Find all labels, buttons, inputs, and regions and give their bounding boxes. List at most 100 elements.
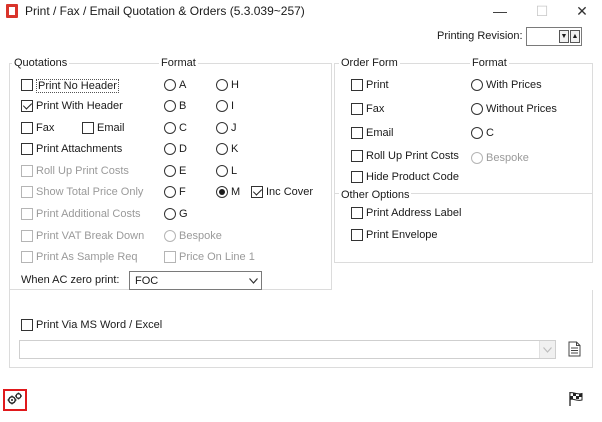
format-d-radio[interactable] — [164, 143, 176, 155]
order-format-c-label[interactable]: C — [486, 127, 494, 139]
document-icon[interactable] — [566, 340, 582, 358]
printing-revision-input[interactable]: ▼ ▲ — [526, 27, 582, 46]
hide-product-code-checkbox[interactable] — [351, 171, 363, 183]
chevron-down-icon — [539, 341, 555, 358]
maximize-icon: ☐ — [535, 2, 549, 19]
format-m-label[interactable]: M — [231, 186, 240, 198]
format-bespoke-label: Bespoke — [179, 230, 222, 242]
show-total-price-only-label: Show Total Price Only — [36, 186, 144, 198]
chevron-down-icon — [245, 272, 261, 289]
settings-button[interactable] — [3, 389, 27, 411]
format-b-radio[interactable] — [164, 100, 176, 112]
close-icon: ✕ — [576, 2, 588, 19]
print-via-ms-word-label[interactable]: Print Via MS Word / Excel — [36, 319, 162, 331]
price-on-line-1-checkbox — [164, 251, 176, 263]
format-g-radio[interactable] — [164, 208, 176, 220]
quotation-fax-checkbox[interactable] — [21, 122, 33, 134]
quotation-email-label[interactable]: Email — [97, 122, 125, 134]
minimize-icon: — — [493, 3, 507, 19]
finish-button[interactable] — [566, 390, 586, 410]
format-c-label[interactable]: C — [179, 122, 187, 134]
format-l-label[interactable]: L — [231, 165, 237, 177]
show-total-price-only-checkbox — [21, 186, 33, 198]
order-email-checkbox[interactable] — [351, 127, 363, 139]
format-f-label[interactable]: F — [179, 186, 186, 198]
with-prices-radio[interactable] — [471, 79, 483, 91]
format-h-radio[interactable] — [216, 79, 228, 91]
format-e-label[interactable]: E — [179, 165, 186, 177]
format-k-label[interactable]: K — [231, 143, 238, 155]
inc-cover-checkbox[interactable] — [251, 186, 263, 198]
format-j-radio[interactable] — [216, 122, 228, 134]
format-a-radio[interactable] — [164, 79, 176, 91]
format-e-radio[interactable] — [164, 165, 176, 177]
format-i-radio[interactable] — [216, 100, 228, 112]
hide-product-code-label[interactable]: Hide Product Code — [366, 171, 459, 183]
format-i-label[interactable]: I — [231, 100, 234, 112]
format-c-radio[interactable] — [164, 122, 176, 134]
revision-up-icon[interactable]: ▲ — [570, 30, 580, 43]
print-envelope-label[interactable]: Print Envelope — [366, 229, 438, 241]
order-form-legend: Order Form — [339, 57, 400, 69]
print-attachments-checkbox[interactable] — [21, 143, 33, 155]
title-bar: Print / Fax / Email Quotation & Orders (… — [0, 0, 602, 22]
order-print-checkbox[interactable] — [351, 79, 363, 91]
format-m-radio[interactable] — [216, 186, 228, 198]
print-envelope-checkbox[interactable] — [351, 229, 363, 241]
order-roll-up-print-costs-checkbox[interactable] — [351, 150, 363, 162]
order-email-label[interactable]: Email — [366, 127, 394, 139]
format-j-label[interactable]: J — [231, 122, 237, 134]
print-address-label-label[interactable]: Print Address Label — [366, 207, 461, 219]
format-h-label[interactable]: H — [231, 79, 239, 91]
order-format-bespoke-radio — [471, 152, 483, 164]
format-b-label[interactable]: B — [179, 100, 186, 112]
roll-up-print-costs-checkbox — [21, 165, 33, 177]
quotations-legend: Quotations — [12, 57, 70, 69]
ac-zero-print-label: When AC zero print: — [21, 274, 120, 286]
with-prices-label[interactable]: With Prices — [486, 79, 542, 91]
gears-icon — [7, 392, 23, 409]
minimize-button[interactable]: — — [480, 0, 520, 22]
order-format-legend: Format — [470, 57, 509, 69]
print-address-label-checkbox[interactable] — [351, 207, 363, 219]
format-f-radio[interactable] — [164, 186, 176, 198]
revision-dropdown-icon[interactable]: ▼ — [559, 30, 569, 43]
print-vat-break-down-label: Print VAT Break Down — [36, 230, 145, 242]
print-with-header-checkbox[interactable] — [21, 100, 33, 112]
close-button[interactable]: ✕ — [562, 0, 602, 22]
order-print-label[interactable]: Print — [366, 79, 389, 91]
print-as-sample-req-label: Print As Sample Req — [36, 251, 138, 263]
without-prices-radio[interactable] — [471, 103, 483, 115]
print-via-ms-word-checkbox[interactable] — [21, 319, 33, 331]
print-additional-costs-checkbox — [21, 208, 33, 220]
format-g-label[interactable]: G — [179, 208, 188, 220]
app-icon — [6, 4, 18, 18]
format-a-label[interactable]: A — [179, 79, 186, 91]
print-no-header-label[interactable]: Print No Header — [36, 79, 119, 93]
format-k-radio[interactable] — [216, 143, 228, 155]
print-no-header-checkbox[interactable] — [21, 79, 33, 91]
quotation-email-checkbox[interactable] — [82, 122, 94, 134]
inc-cover-label[interactable]: Inc Cover — [266, 186, 313, 198]
print-as-sample-req-checkbox — [21, 251, 33, 263]
roll-up-print-costs-label: Roll Up Print Costs — [36, 165, 129, 177]
price-on-line-1-label: Price On Line 1 — [179, 251, 255, 263]
order-format-c-radio[interactable] — [471, 127, 483, 139]
order-roll-up-print-costs-label[interactable]: Roll Up Print Costs — [366, 150, 459, 162]
ac-zero-print-select[interactable]: FOC — [129, 271, 262, 290]
other-options-legend: Other Options — [339, 189, 412, 201]
without-prices-label[interactable]: Without Prices — [486, 103, 557, 115]
format-d-label[interactable]: D — [179, 143, 187, 155]
print-vat-break-down-checkbox — [21, 230, 33, 242]
order-fax-checkbox[interactable] — [351, 103, 363, 115]
order-format-bespoke-label: Bespoke — [486, 152, 529, 164]
maximize-button: ☐ — [522, 0, 562, 22]
format-l-radio[interactable] — [216, 165, 228, 177]
checkered-flag-icon — [568, 391, 584, 410]
order-fax-label[interactable]: Fax — [366, 103, 384, 115]
print-with-header-label[interactable]: Print With Header — [36, 100, 123, 112]
format-legend: Format — [159, 57, 198, 69]
quotation-fax-label[interactable]: Fax — [36, 122, 54, 134]
format-bespoke-radio — [164, 230, 176, 242]
print-attachments-label[interactable]: Print Attachments — [36, 143, 122, 155]
